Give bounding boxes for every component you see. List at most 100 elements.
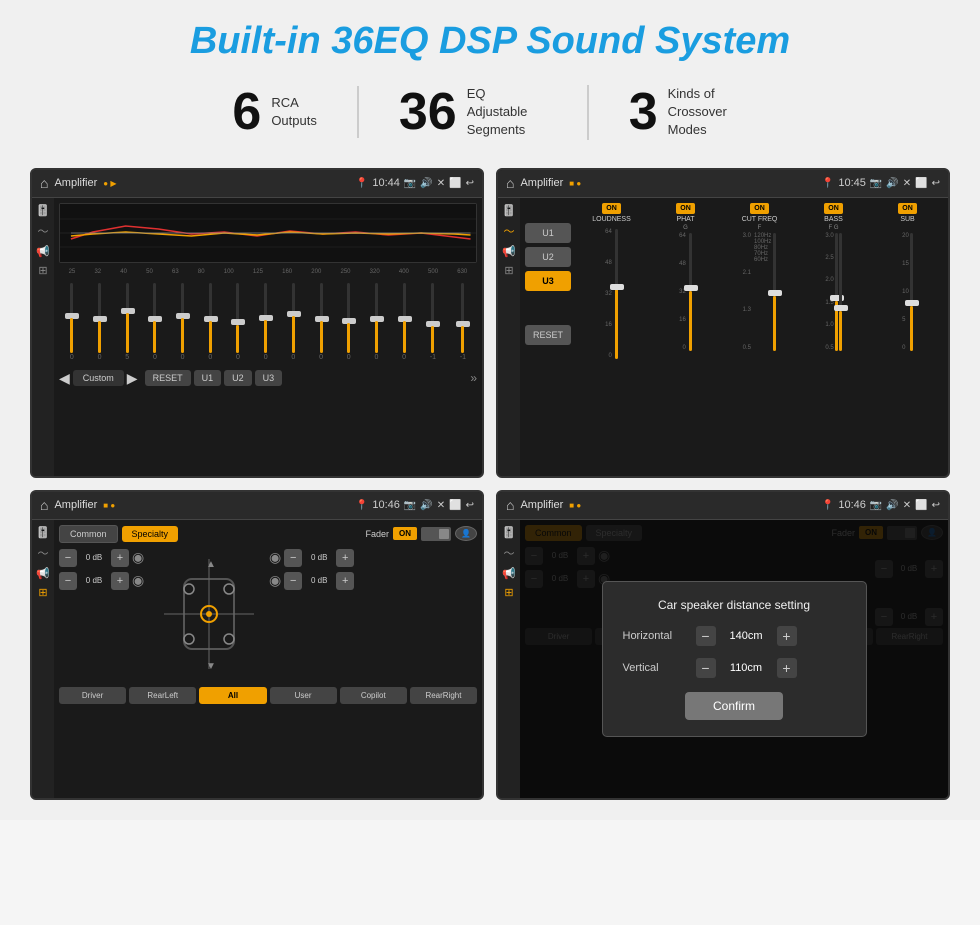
wave-icon-3[interactable]: 〜 — [38, 545, 49, 561]
plus-btn-rl[interactable]: + — [336, 572, 354, 590]
eq-track-14[interactable] — [431, 283, 434, 353]
vertical-plus-btn[interactable]: + — [777, 658, 797, 678]
eq-track-1[interactable] — [70, 283, 73, 353]
phat-thumb[interactable] — [684, 285, 698, 291]
wave-icon-2[interactable]: 〜 — [504, 223, 515, 239]
eq-track-11[interactable] — [347, 283, 350, 353]
close-icon-3[interactable]: ✕ — [437, 500, 445, 511]
fader-on-toggle[interactable]: ON — [393, 527, 417, 540]
back-icon-2[interactable]: ↩ — [932, 178, 940, 189]
preset-reset[interactable]: RESET — [525, 325, 571, 345]
window-icon-2[interactable]: ⬜ — [915, 178, 927, 189]
u3-btn-eq[interactable]: U3 — [255, 370, 283, 386]
minus-btn-rl[interactable]: − — [284, 572, 302, 590]
speaker-icon-left[interactable]: 📢 — [36, 245, 50, 258]
eq-track-10[interactable] — [320, 283, 323, 353]
eq-track-12[interactable] — [375, 283, 378, 353]
cutfreq-track[interactable] — [773, 233, 776, 351]
u2-btn-eq[interactable]: U2 — [224, 370, 252, 386]
volume-icon-4[interactable]: 🔊 — [886, 500, 898, 511]
camera-icon-3[interactable]: 📷 — [404, 500, 416, 511]
loudness-track[interactable] — [615, 229, 618, 359]
volume-icon-2[interactable]: 🔊 — [886, 178, 898, 189]
bass-thumb-2[interactable] — [834, 305, 848, 311]
eq-thumb-7[interactable] — [231, 319, 245, 325]
wave-icon-4[interactable]: 〜 — [504, 545, 515, 561]
specialty-tab-active[interactable]: Specialty — [122, 526, 179, 542]
eq-track-2[interactable] — [98, 283, 101, 353]
back-icon-3[interactable]: ↩ — [466, 500, 474, 511]
speaker-icon-left-2[interactable]: 📢 — [502, 245, 516, 258]
window-icon-4[interactable]: ⬜ — [915, 500, 927, 511]
camera-icon-4[interactable]: 📷 — [870, 500, 882, 511]
profile-btn[interactable]: 👤 — [455, 526, 477, 541]
eq-track-9[interactable] — [292, 283, 295, 353]
phat-track[interactable] — [689, 233, 692, 351]
loudness-thumb[interactable] — [610, 284, 624, 290]
speaker-icon-left-3[interactable]: 📢 — [36, 567, 50, 580]
vertical-minus-btn[interactable]: − — [696, 658, 716, 678]
home-icon-3[interactable]: ⌂ — [40, 497, 48, 513]
phat-on-btn[interactable]: ON — [676, 203, 695, 214]
settings-icon-left[interactable]: ⊞ — [38, 264, 47, 277]
bass-on-btn[interactable]: ON — [824, 203, 843, 214]
wave-icon[interactable]: 〜 — [38, 223, 49, 239]
close-icon[interactable]: ✕ — [437, 178, 445, 189]
horizontal-minus-btn[interactable]: − — [696, 626, 716, 646]
eq-track-7[interactable] — [236, 283, 239, 353]
window-icon[interactable]: ⬜ — [449, 178, 461, 189]
minus-btn-fr[interactable]: − — [59, 572, 77, 590]
u1-btn-eq[interactable]: U1 — [194, 370, 222, 386]
cutfreq-thumb[interactable] — [768, 290, 782, 296]
eq-track-3[interactable] — [126, 283, 129, 353]
copilot-btn[interactable]: Copilot — [340, 687, 407, 704]
camera-icon-2[interactable]: 📷 — [870, 178, 882, 189]
sub-thumb[interactable] — [905, 300, 919, 306]
custom-mode-btn[interactable]: Custom — [73, 370, 124, 386]
bass-track-2[interactable] — [839, 233, 842, 351]
cutfreq-on-btn[interactable]: ON — [750, 203, 769, 214]
reset-btn-eq[interactable]: RESET — [145, 370, 191, 386]
loudness-on-btn[interactable]: ON — [602, 203, 621, 214]
eq-track-13[interactable] — [403, 283, 406, 353]
all-btn-active[interactable]: All — [199, 687, 266, 704]
user-btn[interactable]: User — [270, 687, 337, 704]
eq-icon-active[interactable]: 🎚️ — [36, 204, 50, 217]
window-icon-3[interactable]: ⬜ — [449, 500, 461, 511]
rearright-btn[interactable]: RearRight — [410, 687, 477, 704]
close-icon-2[interactable]: ✕ — [903, 178, 911, 189]
preset-u2[interactable]: U2 — [525, 247, 571, 267]
next-arrow[interactable]: ▶ — [127, 370, 138, 387]
eq-track-6[interactable] — [209, 283, 212, 353]
minus-btn-fl[interactable]: − — [59, 549, 77, 567]
home-icon[interactable]: ⌂ — [40, 175, 48, 191]
volume-icon[interactable]: 🔊 — [420, 178, 432, 189]
preset-u3-active[interactable]: U3 — [525, 271, 571, 291]
driver-btn[interactable]: Driver — [59, 687, 126, 704]
more-icon[interactable]: » — [470, 371, 477, 385]
back-icon-4[interactable]: ↩ — [932, 500, 940, 511]
bass-track-1[interactable] — [835, 233, 838, 351]
close-icon-4[interactable]: ✕ — [903, 500, 911, 511]
plus-btn-fr[interactable]: + — [111, 572, 129, 590]
settings-icon-left-4[interactable]: ⊞ — [504, 586, 513, 599]
back-icon[interactable]: ↩ — [466, 178, 474, 189]
settings-icon-left-3[interactable]: ⊞ — [38, 586, 47, 599]
sub-track[interactable] — [910, 233, 913, 351]
preset-u1[interactable]: U1 — [525, 223, 571, 243]
common-tab[interactable]: Common — [59, 525, 118, 543]
plus-btn-rr[interactable]: + — [336, 549, 354, 567]
eq-icon-4[interactable]: 🎚️ — [502, 526, 516, 539]
fader-slider[interactable] — [421, 527, 451, 541]
horizontal-plus-btn[interactable]: + — [777, 626, 797, 646]
eq-track-8[interactable] — [264, 283, 267, 353]
eq-icon-3[interactable]: 🎚️ — [36, 526, 50, 539]
volume-icon-3[interactable]: 🔊 — [420, 500, 432, 511]
speaker-icon-left-4[interactable]: 📢 — [502, 567, 516, 580]
prev-arrow[interactable]: ◀ — [59, 370, 70, 387]
eq-icon-2[interactable]: 🎚️ — [502, 204, 516, 217]
confirm-button[interactable]: Confirm — [685, 692, 783, 720]
home-icon-4[interactable]: ⌂ — [506, 497, 514, 513]
rearleft-btn[interactable]: RearLeft — [129, 687, 196, 704]
settings-icon-left-2[interactable]: ⊞ — [504, 264, 513, 277]
